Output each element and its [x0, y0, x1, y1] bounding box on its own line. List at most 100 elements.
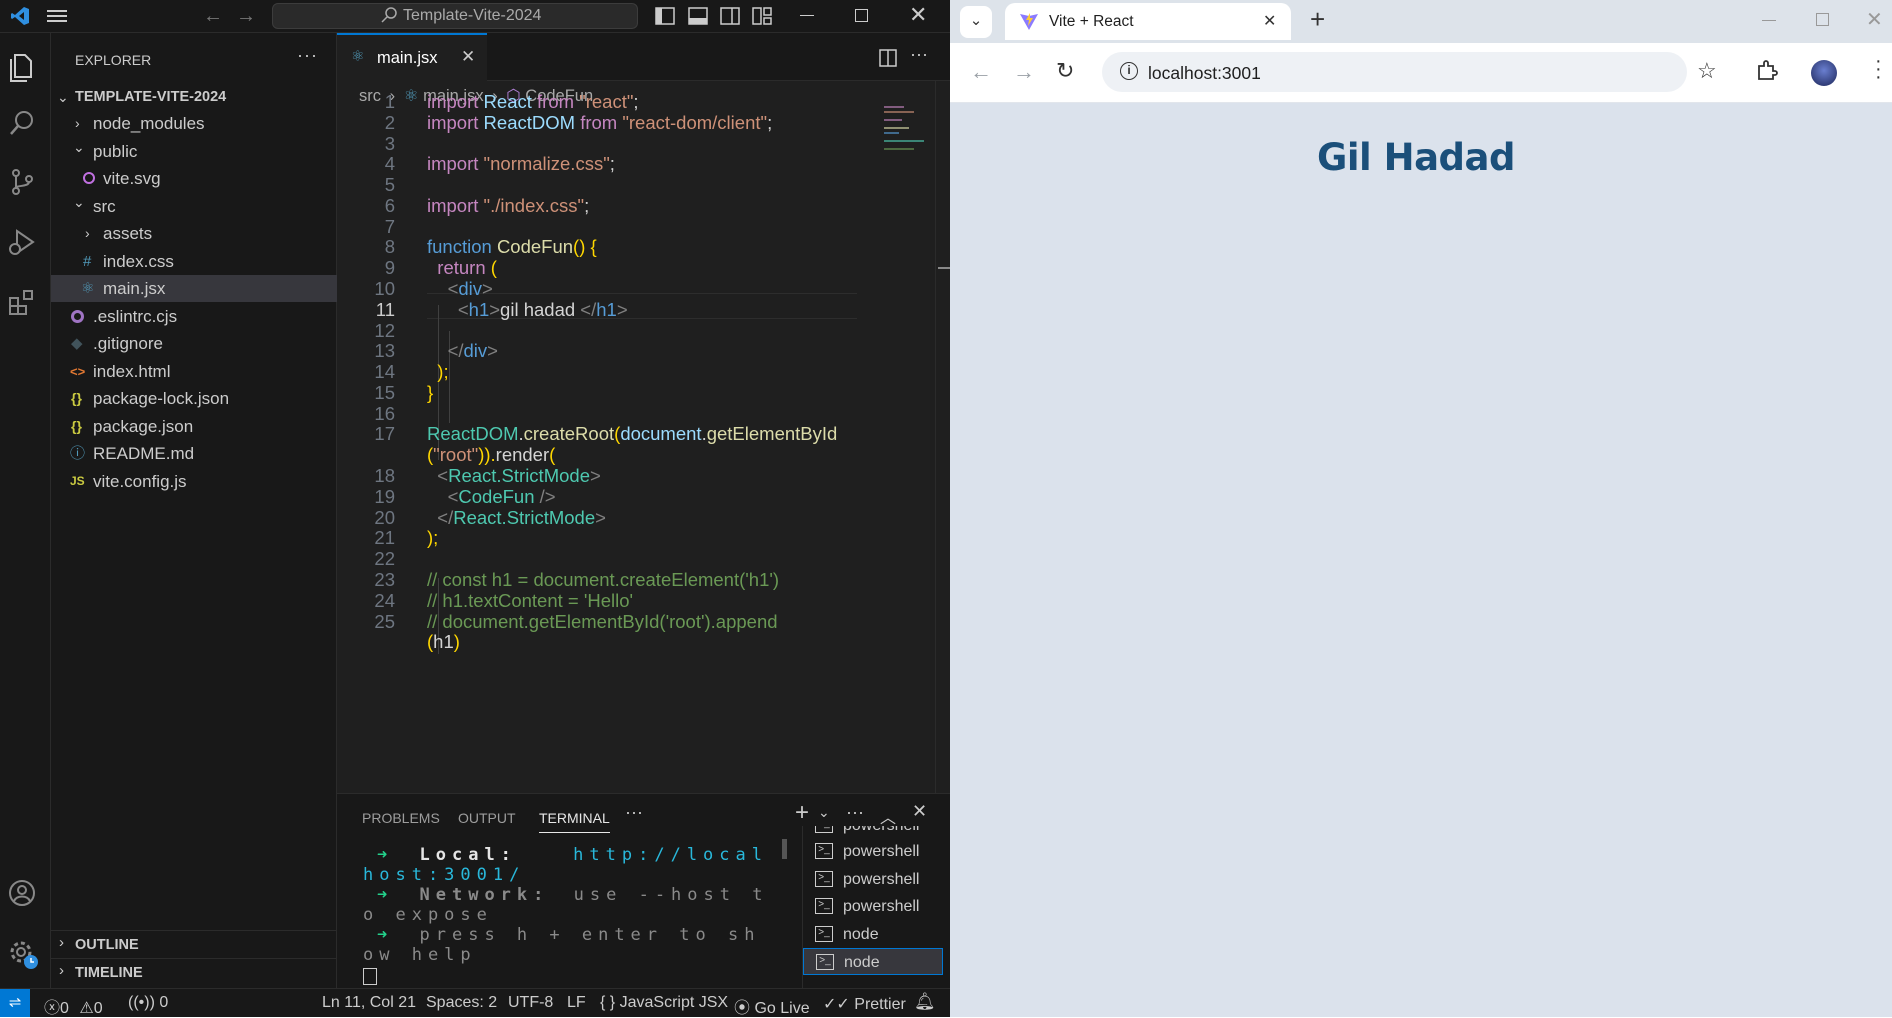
- terminal-line: host:3001/: [363, 865, 526, 885]
- activity-bar: [0, 33, 51, 988]
- terminal-list-item[interactable]: >_ node: [803, 948, 943, 975]
- terminal-list-item[interactable]: >_ powershell: [803, 866, 943, 893]
- browser-tab[interactable]: Vite + React ✕: [1005, 3, 1291, 40]
- browser-menu-icon[interactable]: · · ·: [1875, 51, 1882, 87]
- terminal-list-item[interactable]: >_ powershell: [803, 838, 943, 865]
- tree-item-eslintrc[interactable]: .eslintrc.cjs: [51, 303, 337, 330]
- settings-gear-icon[interactable]: [7, 938, 41, 977]
- terminal-scrollbar[interactable]: [782, 839, 787, 859]
- terminal-line: o expose: [363, 905, 493, 925]
- toggle-panel-icon[interactable]: [688, 7, 708, 30]
- account-icon[interactable]: [7, 878, 37, 913]
- tree-item-index-html[interactable]: <> index.html: [51, 358, 337, 385]
- code-line[interactable]: (h1): [337, 629, 897, 654]
- site-info-icon[interactable]: i: [1120, 62, 1138, 80]
- explorer-title: EXPLORER: [75, 52, 152, 68]
- search-view-icon[interactable]: [7, 108, 37, 143]
- tree-item-index-css[interactable]: # index.css: [51, 248, 337, 275]
- tab-terminal[interactable]: TERMINAL: [539, 810, 610, 833]
- tree-item-package-lock[interactable]: {} package-lock.json: [51, 385, 337, 412]
- tab-output[interactable]: OUTPUT: [458, 810, 516, 826]
- html-file-icon: <>: [70, 364, 86, 379]
- terminal-list-item[interactable]: >_ powershell: [803, 893, 943, 920]
- project-chevron-icon[interactable]: ⌄: [57, 89, 69, 106]
- tab-main-jsx[interactable]: ⚛ main.jsx ✕: [337, 33, 487, 81]
- editor-more-icon[interactable]: ···: [910, 44, 928, 65]
- panel-more-icon[interactable]: ···: [625, 802, 643, 823]
- indentation[interactable]: Spaces: 2: [426, 994, 497, 1012]
- explorer-more-icon[interactable]: ···: [297, 45, 318, 66]
- forward-arrow-icon[interactable]: →: [236, 5, 256, 28]
- outline-section[interactable]: › OUTLINE: [51, 930, 337, 957]
- tree-item-vite-svg[interactable]: vite.svg: [51, 165, 337, 192]
- notifications-bell-icon[interactable]: 🔔︎: [914, 992, 936, 1012]
- tab-problems[interactable]: PROBLEMS: [362, 810, 440, 826]
- maximize-icon[interactable]: [855, 9, 868, 22]
- timeline-section[interactable]: › TIMELINE: [51, 958, 337, 985]
- customize-layout-icon[interactable]: [752, 7, 772, 30]
- bookmark-star-icon[interactable]: ☆: [1697, 58, 1717, 84]
- tree-item-main-jsx[interactable]: ⚛ main.jsx: [51, 275, 337, 302]
- go-live[interactable]: ⦿ Go Live: [734, 994, 810, 1018]
- minimap[interactable]: [884, 103, 934, 163]
- close-panel-icon[interactable]: ✕: [912, 801, 927, 822]
- split-editor-icon[interactable]: [879, 49, 897, 72]
- ports-indicator[interactable]: ((•)) 0: [128, 994, 168, 1012]
- source-control-icon[interactable]: [7, 167, 37, 202]
- browser-maximize-icon[interactable]: [1816, 13, 1829, 26]
- end-of-line[interactable]: LF: [567, 994, 586, 1012]
- back-arrow-icon[interactable]: ←: [203, 5, 223, 28]
- encoding[interactable]: UTF-8: [508, 994, 553, 1012]
- status-bar: ⇌ ⓧ0 ⚠0 ((•)) 0 Ln 11, Col 21 Spaces: 2 …: [0, 988, 950, 1017]
- run-debug-icon[interactable]: [7, 227, 37, 262]
- tree-item-src[interactable]: ⌄ src: [51, 193, 337, 220]
- terminal-more-icon[interactable]: ···: [846, 802, 864, 823]
- extensions-icon[interactable]: [7, 288, 37, 323]
- tree-item-gitignore[interactable]: ◆ .gitignore: [51, 330, 337, 357]
- tree-item-package-json[interactable]: {} package.json: [51, 413, 337, 440]
- prettier[interactable]: ✓✓ Prettier: [823, 994, 906, 1014]
- remote-indicator[interactable]: ⇌: [0, 989, 30, 1017]
- close-window-icon[interactable]: ✕: [909, 2, 927, 28]
- tree-item-public[interactable]: ⌄ public: [51, 138, 337, 165]
- new-terminal-icon[interactable]: +: [795, 799, 809, 827]
- braces-icon: { }: [600, 994, 616, 1011]
- url-text[interactable]: localhost:3001: [1148, 63, 1261, 84]
- toggle-sidebar-icon[interactable]: [655, 7, 675, 30]
- close-tab-icon[interactable]: ✕: [461, 47, 475, 67]
- chevron-right-icon: ›: [59, 934, 64, 951]
- browser-forward-icon[interactable]: →: [1013, 59, 1035, 85]
- tree-item-node-modules[interactable]: › node_modules: [51, 110, 337, 137]
- project-root[interactable]: TEMPLATE-VITE-2024: [75, 89, 226, 105]
- terminal-list-item[interactable]: >_ node: [803, 921, 943, 948]
- language-mode[interactable]: { } JavaScript JSX: [600, 994, 728, 1012]
- terminal-dropdown-icon[interactable]: ⌄: [818, 804, 830, 821]
- maximize-panel-icon[interactable]: ︿: [880, 804, 896, 828]
- warning-icon: ⚠: [79, 1000, 94, 1017]
- profile-avatar[interactable]: [1811, 60, 1837, 86]
- editor-scrollbar[interactable]: [935, 81, 950, 793]
- browser-back-icon[interactable]: ←: [970, 59, 992, 85]
- browser-minimize-icon[interactable]: [1762, 20, 1776, 21]
- editor-area[interactable]: ⚛ main.jsx ✕ ··· src › ⚛ main.jsx › ⬡ Co…: [337, 33, 950, 793]
- tree-item-readme[interactable]: ⓘ README.md: [51, 440, 337, 467]
- chevron-right-icon: ›: [59, 962, 64, 979]
- reload-icon[interactable]: ↻: [1056, 58, 1074, 84]
- tree-item-vite-config[interactable]: JS vite.config.js: [51, 468, 337, 495]
- minimize-icon[interactable]: [800, 15, 814, 16]
- problems-indicator[interactable]: ⓧ0 ⚠0: [44, 994, 103, 1018]
- terminal-cursor: [363, 968, 377, 985]
- new-tab-icon[interactable]: +: [1310, 4, 1325, 35]
- close-tab-icon[interactable]: ✕: [1263, 11, 1276, 31]
- menu-icon[interactable]: [46, 7, 68, 30]
- terminal-icon: >_: [815, 871, 833, 887]
- cursor-position[interactable]: Ln 11, Col 21: [322, 994, 416, 1012]
- toggle-secondary-sidebar-icon[interactable]: [720, 7, 740, 30]
- tree-item-assets[interactable]: › assets: [51, 220, 337, 247]
- explorer-icon[interactable]: [7, 51, 37, 88]
- search-icon: [380, 6, 398, 29]
- browser-close-icon[interactable]: ✕: [1866, 7, 1883, 32]
- extensions-puzzle-icon[interactable]: [1756, 59, 1778, 86]
- chevron-down-icon: ⌄: [73, 139, 85, 155]
- tab-search-icon[interactable]: ⌄: [960, 6, 992, 38]
